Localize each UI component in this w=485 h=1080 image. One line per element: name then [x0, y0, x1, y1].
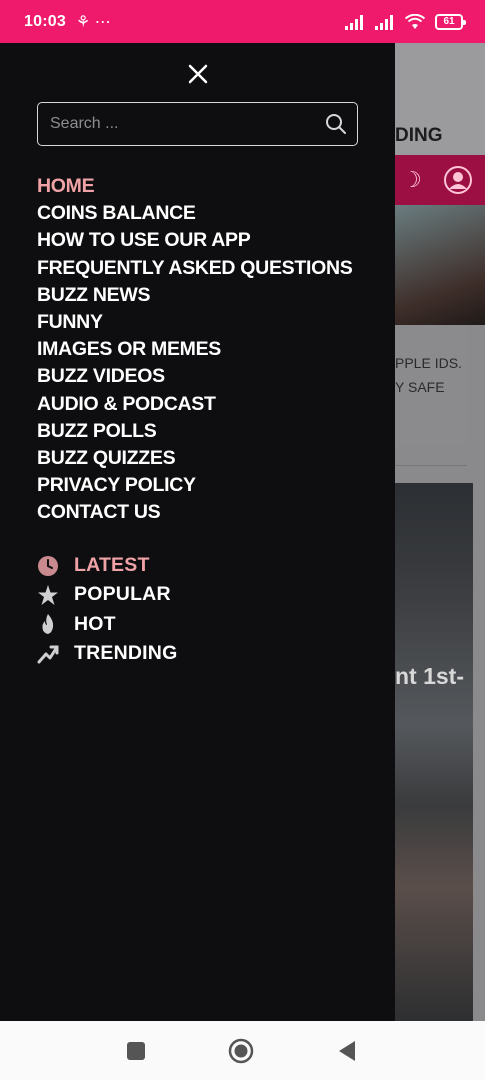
- star-icon: [37, 584, 59, 606]
- moon-icon: ☽: [402, 167, 422, 192]
- search-input[interactable]: [48, 114, 325, 134]
- filter-label-popular: POPULAR: [74, 583, 171, 606]
- status-time: 10:03: [24, 12, 66, 30]
- main-menu: HOME COINS BALANCE HOW TO USE OUR APP FR…: [37, 173, 353, 526]
- filter-item-latest[interactable]: LATEST: [37, 551, 177, 580]
- search-icon[interactable]: [325, 113, 347, 135]
- header-partial-text: DING: [395, 125, 443, 146]
- back-button[interactable]: [333, 1037, 361, 1065]
- filter-item-trending[interactable]: TRENDING: [37, 639, 177, 668]
- flame-icon: [37, 613, 59, 635]
- filter-label-hot: HOT: [74, 612, 116, 635]
- filter-label-latest: LATEST: [74, 554, 150, 577]
- app-header: DING: [395, 43, 485, 155]
- battery-level: 61: [443, 16, 455, 27]
- card-text-line1: PPLE IDS.: [395, 355, 462, 371]
- menu-item-buzz-quizzes[interactable]: BUZZ QUIZZES: [37, 445, 352, 472]
- back-triangle-icon: [339, 1041, 355, 1061]
- square-icon: [127, 1042, 145, 1060]
- signal-icon-2: [375, 14, 393, 30]
- divider: [395, 465, 467, 466]
- notification-icons: ⚘ ⋯: [75, 13, 111, 31]
- close-drawer-button[interactable]: [183, 60, 213, 90]
- menu-item-buzz-videos[interactable]: BUZZ VIDEOS: [37, 363, 352, 390]
- trending-icon: [37, 643, 59, 665]
- menu-item-coins-balance[interactable]: COINS BALANCE: [37, 200, 352, 227]
- menu-item-images-memes[interactable]: IMAGES OR MEMES: [37, 336, 352, 363]
- navigation-drawer: HOME COINS BALANCE HOW TO USE OUR APP FR…: [0, 43, 395, 1021]
- menu-item-how-to-use[interactable]: HOW TO USE OUR APP: [37, 227, 352, 254]
- article-card: PPLE IDS. Y SAFE: [395, 325, 467, 445]
- profile-icon: [443, 165, 473, 195]
- status-bar: 10:03 ⚘ ⋯ 61: [0, 0, 485, 43]
- app-navbar: ☽: [395, 155, 485, 205]
- filter-item-hot[interactable]: HOT: [37, 610, 177, 639]
- home-button[interactable]: [227, 1037, 255, 1065]
- menu-item-funny[interactable]: FUNNY: [37, 309, 352, 336]
- search-box[interactable]: [37, 102, 358, 146]
- feed-filter-menu: LATEST POPULAR HOT TRENDING: [37, 551, 177, 668]
- background-app: DING ☽ PPLE IDS. Y SAFE nt 1st-: [395, 43, 485, 1021]
- status-right: 61: [345, 13, 466, 30]
- menu-item-contact-us[interactable]: CONTACT US: [37, 499, 352, 526]
- article-image-2: nt 1st-: [395, 483, 473, 1021]
- system-nav-bar: [0, 1021, 485, 1080]
- filter-item-popular[interactable]: POPULAR: [37, 580, 177, 609]
- headline-partial: nt 1st-: [395, 663, 464, 689]
- menu-item-buzz-news[interactable]: BUZZ NEWS: [37, 282, 352, 309]
- close-icon: [188, 64, 208, 84]
- circle-home-icon: [228, 1038, 254, 1064]
- recents-button[interactable]: [122, 1037, 150, 1065]
- menu-item-privacy-policy[interactable]: PRIVACY POLICY: [37, 472, 352, 499]
- menu-item-home[interactable]: HOME: [37, 173, 352, 200]
- battery-icon: 61: [435, 13, 466, 30]
- menu-item-buzz-polls[interactable]: BUZZ POLLS: [37, 418, 352, 445]
- menu-item-faq[interactable]: FREQUENTLY ASKED QUESTIONS: [37, 255, 353, 282]
- filter-label-trending: TRENDING: [74, 642, 178, 665]
- article-image: [395, 205, 485, 325]
- card-text-line2: Y SAFE: [395, 379, 445, 395]
- signal-icon: [345, 14, 363, 30]
- clock-icon: [37, 555, 59, 577]
- wifi-icon: [405, 13, 425, 29]
- menu-item-audio-podcast[interactable]: AUDIO & PODCAST: [37, 391, 352, 418]
